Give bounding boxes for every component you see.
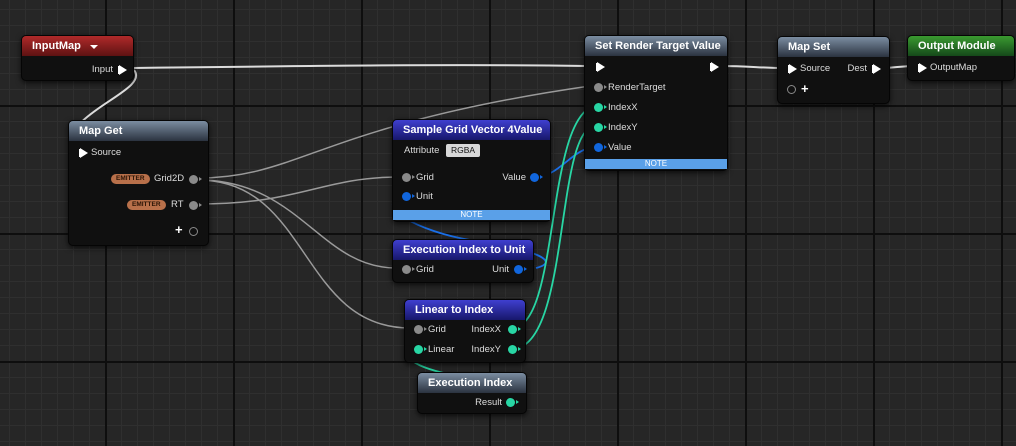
pin-dot-icon[interactable]: [508, 345, 521, 354]
map-get-node[interactable]: Map Get Source EMITTER Grid2D EMITTER RT…: [68, 120, 209, 246]
pin-dot-icon[interactable]: [189, 175, 202, 184]
pin-label: Input: [91, 64, 113, 75]
pin-dot-icon[interactable]: [508, 325, 521, 334]
input-map-node[interactable]: InputMap Input: [21, 35, 134, 81]
pin-dot-icon[interactable]: [530, 173, 543, 182]
node-title: Map Set: [778, 37, 889, 57]
pin-dot-icon[interactable]: [414, 345, 427, 354]
node-title: InputMap: [22, 36, 133, 56]
pin-label: Result: [475, 397, 502, 408]
exec-input-icon[interactable]: [918, 63, 927, 73]
pin-dot-icon[interactable]: [402, 265, 415, 274]
attribute-value[interactable]: RGBA: [446, 144, 481, 157]
chevron-down-icon[interactable]: [90, 45, 98, 49]
pin-dot-icon[interactable]: [594, 123, 607, 132]
exec-output-icon[interactable]: [710, 62, 719, 72]
exec-index-to-unit-node[interactable]: Execution Index to Unit Grid Unit: [392, 239, 534, 283]
data-wire: [197, 176, 397, 205]
pin-label: Grid: [416, 264, 434, 275]
pin-dot-icon[interactable]: [189, 227, 198, 236]
pin-label: OutputMap: [930, 62, 977, 73]
plus-icon[interactable]: +: [801, 82, 809, 95]
exec-input-icon[interactable]: [79, 148, 88, 158]
node-title: Sample Grid Vector 4Value: [393, 120, 550, 140]
pin-label: RenderTarget: [608, 82, 666, 93]
note-bar[interactable]: NOTE: [393, 210, 550, 220]
node-title: Execution Index to Unit: [393, 240, 533, 260]
pin-label: Value: [608, 142, 632, 153]
pin-label: Source: [91, 147, 122, 158]
pin-dot-icon[interactable]: [414, 325, 427, 334]
sample-grid-node[interactable]: Sample Grid Vector 4Value Attribute RGBA…: [392, 119, 551, 222]
pin-label: Grid: [428, 324, 446, 335]
pin-dot-icon[interactable]: [787, 85, 796, 94]
pin-dot-icon[interactable]: [594, 83, 607, 92]
node-title: Output Module: [908, 36, 1014, 56]
data-wire: [197, 179, 397, 269]
exec-input-icon[interactable]: [596, 62, 605, 72]
pin-label: IndexX: [471, 324, 501, 335]
pin-dot-icon[interactable]: [506, 398, 519, 407]
pin-label: IndexY: [608, 122, 638, 133]
pin-label: Source: [800, 63, 831, 74]
attribute-label: Attribute: [404, 145, 440, 156]
emitter-badge: EMITTER: [127, 200, 166, 210]
exec-output-icon[interactable]: [872, 64, 881, 74]
note-bar[interactable]: NOTE: [585, 159, 727, 169]
pin-label: IndexX: [608, 102, 638, 113]
execution-index-node[interactable]: Execution Index Result: [417, 372, 527, 414]
set-render-target-node[interactable]: Set Render Target Value RenderTarget Ind…: [584, 35, 728, 171]
plus-icon[interactable]: +: [175, 223, 183, 236]
output-module-node[interactable]: Output Module OutputMap: [907, 35, 1015, 81]
linear-to-index-node[interactable]: Linear to Index Grid IndexX Linear Index…: [404, 299, 526, 363]
pin-dot-icon[interactable]: [594, 143, 607, 152]
pin-label: Dest: [847, 63, 867, 74]
node-title: Set Render Target Value: [585, 36, 727, 56]
exec-wire: [129, 64, 587, 69]
pin-label: Grid: [416, 172, 434, 183]
pin-label: Unit: [492, 264, 509, 275]
pin-label: Grid2D: [154, 173, 185, 184]
node-title: Map Get: [69, 121, 208, 141]
pin-dot-icon[interactable]: [514, 265, 527, 274]
pin-label: Value: [502, 172, 526, 183]
map-set-node[interactable]: Map Set Source Dest +: [777, 36, 890, 104]
pin-dot-icon[interactable]: [402, 173, 415, 182]
emitter-badge: EMITTER: [111, 174, 150, 184]
exec-input-icon[interactable]: [788, 64, 797, 74]
exec-wire: [719, 65, 785, 69]
pin-label: IndexY: [471, 344, 501, 355]
exec-output-icon[interactable]: [118, 65, 127, 75]
pin-label: RT: [171, 199, 184, 210]
data-wire: [197, 179, 411, 329]
node-title: Execution Index: [418, 373, 526, 393]
pin-dot-icon[interactable]: [594, 103, 607, 112]
pin-label: Unit: [416, 191, 433, 202]
pin-label: Linear: [428, 344, 455, 355]
pin-dot-icon[interactable]: [189, 201, 202, 210]
node-title: Linear to Index: [405, 300, 525, 320]
pin-dot-icon[interactable]: [402, 192, 415, 201]
